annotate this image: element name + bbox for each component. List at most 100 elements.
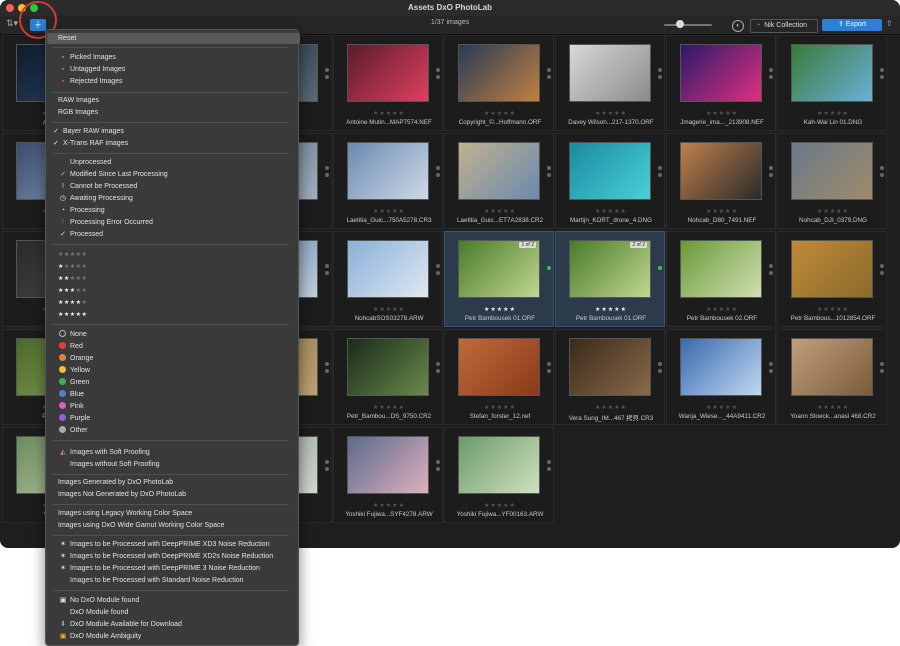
star-rating[interactable]: ★★★★★: [556, 208, 666, 215]
menu-item-legacy-color[interactable]: Images using Legacy Working Color Space: [58, 508, 192, 519]
thumbnail-image[interactable]: [347, 436, 429, 494]
menu-item-rejected[interactable]: ▪ Rejected Images: [59, 76, 123, 87]
thumbnail-image[interactable]: [458, 240, 540, 298]
thumbnail-image[interactable]: [680, 240, 762, 298]
menu-item-xtrans[interactable]: ✓ X-Trans RAF images: [52, 138, 128, 149]
nik-collection-button[interactable]: ◔ Nik Collection: [750, 19, 818, 33]
menu-item-error[interactable]: ! Processing Error Occurred: [59, 217, 153, 228]
thumbnail-cell[interactable]: ★★★★★ Nohcab_DJI_0379.DNG: [777, 133, 887, 229]
menu-item-deepprime-xd2s[interactable]: ✶ Images to be Processed with DeepPRIME X…: [59, 551, 273, 562]
thumbnail-image[interactable]: [569, 240, 651, 298]
star-rating[interactable]: ★★★★★: [334, 502, 444, 509]
thumbnail-cell[interactable]: ★★★★★ Yoann Stoeck...anasi 468.CR2: [777, 329, 887, 425]
thumbnail-cell[interactable]: ★★★★★ Yoshiki Fujiwa...YF00163.ARW: [444, 427, 554, 523]
star-rating[interactable]: ★★★★★: [445, 404, 555, 411]
menu-item-no-module[interactable]: ▣ No DxO Module found: [59, 595, 140, 606]
thumbnail-cell[interactable]: ★★★★★ Copyright_©...Hoffmann.ORF: [444, 35, 554, 131]
star-rating[interactable]: ★★★★★: [445, 502, 555, 509]
star-rating[interactable]: ★★★★★: [778, 208, 888, 215]
menu-item-module-download[interactable]: ⬇ DxO Module Available for Download: [59, 619, 182, 630]
thumbnail-cell[interactable]: ★★★★★ Vera Sung_IM...467 拷貝.CR3: [555, 329, 665, 425]
thumbnail-cell[interactable]: ★★★★★ Jmagerie_ima..._213908.NEF: [666, 35, 776, 131]
star-rating[interactable]: ★★★★★: [334, 208, 444, 215]
star-rating[interactable]: ★★★★★: [445, 306, 555, 313]
thumbnail-cell[interactable]: ★★★★★ Laetitia_Guic...750A5278.CR3: [333, 133, 443, 229]
thumbnail-cell[interactable]: ★★★★★ Petr Bambousek 02.ORF: [666, 231, 776, 327]
menu-item-awaiting[interactable]: ◷ Awaiting Processing: [59, 193, 133, 204]
thumbnail-cell[interactable]: ★★★★★ Petr Bambousek 01.ORF 2 of 2: [555, 231, 665, 327]
menu-item-bayer[interactable]: ✓ Bayer RAW images: [52, 126, 124, 137]
thumbnail-cell[interactable]: ★★★★★ Yoshiki Fujiwa...SYF4278.ARW: [333, 427, 443, 523]
menu-item-0-stars[interactable]: ★★★★★: [58, 249, 87, 260]
thumbnail-image[interactable]: [458, 44, 540, 102]
thumbnail-cell[interactable]: ★★★★★ Antoine Mutin...MAP7574.NEF: [333, 35, 443, 131]
star-rating[interactable]: ★★★★★: [667, 306, 777, 313]
star-rating[interactable]: ★★★★★: [556, 404, 666, 411]
thumbnail-image[interactable]: [458, 142, 540, 200]
thumbnail-image[interactable]: [680, 338, 762, 396]
star-rating[interactable]: ★★★★★: [334, 110, 444, 117]
star-rating[interactable]: ★★★★★: [667, 110, 777, 117]
menu-item-color-pink[interactable]: Pink: [59, 401, 84, 412]
thumbnail-image[interactable]: [569, 338, 651, 396]
menu-item-soft-proofing-with[interactable]: ◭ Images with Soft Proofing: [59, 447, 149, 458]
menu-item-2-stars[interactable]: ★★★★★: [58, 273, 87, 284]
menu-item-cannot[interactable]: ! Cannot be Processed: [59, 181, 137, 192]
thumbnail-cell[interactable]: ★★★★★ Kah-Wai Lin 01.DNG: [777, 35, 887, 131]
thumbnail-image[interactable]: [680, 44, 762, 102]
slider-knob[interactable]: [676, 20, 684, 28]
menu-item-deepprime-3[interactable]: ✶ Images to be Processed with DeepPRIME 3…: [59, 563, 260, 574]
thumbnail-cell[interactable]: ★★★★★ Stefan_forster_12.nef: [444, 329, 554, 425]
compare-icon[interactable]: ◐: [732, 20, 744, 32]
thumbnail-image[interactable]: [569, 142, 651, 200]
menu-item-color-blue[interactable]: Blue: [59, 389, 84, 400]
thumbnail-image[interactable]: [569, 44, 651, 102]
menu-item-color-none[interactable]: None: [59, 329, 87, 340]
thumbnail-image[interactable]: [458, 436, 540, 494]
menu-item-3-stars[interactable]: ★★★★★: [58, 285, 87, 296]
thumbnail-cell[interactable]: ★★★★★ Petr Bambousek 01.ORF 1 of 2: [444, 231, 554, 327]
star-rating[interactable]: ★★★★★: [556, 110, 666, 117]
thumbnail-cell[interactable]: ★★★★★ Laetitia_Guic...ET7A2838.CR2: [444, 133, 554, 229]
thumbnail-cell[interactable]: ★★★★★ Wanja_Wiese..._44A9411.CR2: [666, 329, 776, 425]
star-rating[interactable]: ★★★★★: [445, 110, 555, 117]
export-button[interactable]: ⇪ Export: [822, 19, 882, 31]
thumbnail-size-slider[interactable]: [664, 24, 712, 26]
thumbnail-cell[interactable]: ★★★★★ NohcabSOS03278.ARW: [333, 231, 443, 327]
star-rating[interactable]: ★★★★★: [334, 404, 444, 411]
star-rating[interactable]: ★★★★★: [778, 306, 888, 313]
star-rating[interactable]: ★★★★★: [556, 306, 666, 313]
thumbnail-image[interactable]: [347, 44, 429, 102]
menu-item-generated-dxo[interactable]: Images Generated by DxO PhotoLab: [58, 477, 173, 488]
menu-item-unprocessed[interactable]: Unprocessed: [59, 157, 111, 168]
menu-item-color-red[interactable]: Red: [59, 341, 83, 352]
menu-item-5-stars[interactable]: ★★★★★: [58, 309, 87, 320]
menu-item-standard-nr[interactable]: Images to be Processed with Standard Noi…: [59, 575, 244, 586]
menu-item-modified[interactable]: ✓ Modified Since Last Processing: [59, 169, 168, 180]
menu-item-untagged[interactable]: ▪ Untagged Images: [59, 64, 126, 75]
menu-item-processed[interactable]: ✓ Processed: [59, 229, 103, 240]
thumbnail-cell[interactable]: ★★★★★ Davey Wilson...217-1370.ORF: [555, 35, 665, 131]
thumbnail-image[interactable]: [791, 338, 873, 396]
menu-item-raw[interactable]: RAW Images: [58, 95, 99, 106]
thumbnail-image[interactable]: [680, 142, 762, 200]
menu-item-module-ambiguity[interactable]: ▣ DxO Module Ambiguity: [59, 631, 142, 642]
menu-item-color-green[interactable]: Green: [59, 377, 89, 388]
share-icon[interactable]: ⇧: [886, 19, 894, 31]
menu-item-rgb[interactable]: RGB Images: [58, 107, 98, 118]
star-rating[interactable]: ★★★★★: [667, 208, 777, 215]
thumbnail-cell[interactable]: ★★★★★ Martijn_KORT_drone_4.DNG: [555, 133, 665, 229]
star-rating[interactable]: ★★★★★: [445, 208, 555, 215]
thumbnail-image[interactable]: [791, 240, 873, 298]
menu-item-not-generated-dxo[interactable]: Images Not Generated by DxO PhotoLab: [58, 489, 186, 500]
star-rating[interactable]: ★★★★★: [334, 306, 444, 313]
menu-item-1-star[interactable]: ★★★★★: [58, 261, 87, 272]
menu-item-soft-proofing-without[interactable]: Images without Soft Proofing: [59, 459, 160, 470]
thumbnail-image[interactable]: [347, 142, 429, 200]
menu-item-module-found[interactable]: DxO Module found: [59, 607, 128, 618]
menu-item-processing[interactable]: ◔ Processing: [59, 205, 105, 216]
star-rating[interactable]: ★★★★★: [667, 404, 777, 411]
menu-item-color-other[interactable]: Other: [59, 425, 88, 436]
thumbnail-image[interactable]: [791, 142, 873, 200]
thumbnail-cell[interactable]: ★★★★★ Nohcab_D80_7491.NEF: [666, 133, 776, 229]
